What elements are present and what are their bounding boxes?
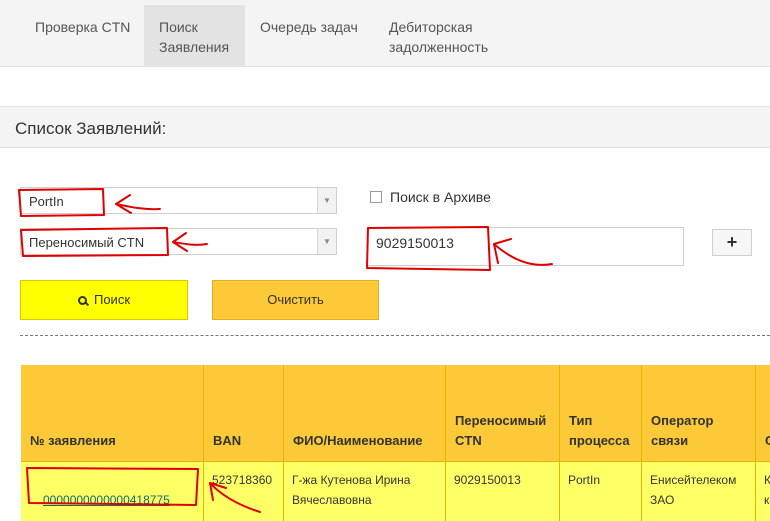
table-cell: К к bbox=[756, 461, 770, 521]
divider bbox=[20, 335, 770, 336]
dropdown-arrow-icon: ▼ bbox=[317, 229, 336, 254]
dropdown-arrow-icon: ▼ bbox=[317, 188, 336, 213]
search-field-select[interactable]: Переносимый CTN ▼ bbox=[20, 228, 337, 255]
column-header[interactable]: Оператор связи bbox=[642, 365, 756, 461]
search-button-label: Поиск bbox=[93, 292, 131, 307]
table-cell: Енисейтелеком ЗАО bbox=[642, 461, 756, 521]
page-title: Список Заявлений: bbox=[15, 119, 167, 138]
archive-checkbox[interactable] bbox=[370, 191, 382, 203]
tab-label: Проверка CTN bbox=[35, 19, 131, 35]
ctn-search-value: 9029150013 bbox=[376, 235, 454, 251]
tab-receivables[interactable]: Дебиторская задолженность bbox=[374, 5, 504, 66]
process-type-value: PortIn bbox=[29, 194, 64, 209]
tab-search-application[interactable]: Поиск Заявления bbox=[144, 5, 245, 66]
tab-ctn-check[interactable]: Проверка CTN bbox=[20, 5, 144, 66]
column-header[interactable]: С bbox=[756, 365, 770, 461]
add-button[interactable]: + bbox=[712, 229, 752, 256]
column-header[interactable]: Переносимый CTN bbox=[446, 365, 560, 461]
top-nav: Проверка CTN Поиск Заявления Очередь зад… bbox=[0, 0, 770, 67]
tab-label: Очередь задач bbox=[260, 19, 358, 35]
table-cell: Г-жа Кутенова Ирина Вячеславовна bbox=[284, 461, 446, 521]
search-button[interactable]: Поиск bbox=[20, 280, 188, 320]
column-header[interactable]: BAN bbox=[204, 365, 284, 461]
clear-button-label: Очистить bbox=[267, 292, 324, 307]
table-cell: 0000000000000418775 bbox=[21, 461, 204, 521]
column-header[interactable]: Тип процесса bbox=[560, 365, 642, 461]
section-header: Список Заявлений: bbox=[0, 106, 770, 148]
tab-label: Дебиторская задолженность bbox=[389, 19, 489, 55]
tab-task-queue[interactable]: Очередь задач bbox=[245, 5, 374, 66]
archive-checkbox-label: Поиск в Архиве bbox=[390, 189, 491, 205]
ctn-search-input[interactable]: 9029150013 bbox=[367, 227, 684, 266]
clear-button[interactable]: Очистить bbox=[212, 280, 379, 320]
application-id-link[interactable]: 0000000000000418775 bbox=[43, 493, 170, 507]
tab-label: Поиск Заявления bbox=[159, 19, 230, 55]
process-type-select[interactable]: PortIn ▼ bbox=[20, 187, 337, 214]
table-cell: 9029150013 bbox=[446, 461, 560, 521]
column-header[interactable]: ФИО/Наименование bbox=[284, 365, 446, 461]
results-table: № заявления BAN ФИО/Наименование Перенос… bbox=[21, 365, 770, 521]
table-cell: 523718360 bbox=[204, 461, 284, 521]
column-header[interactable]: № заявления bbox=[21, 365, 204, 461]
table-cell: PortIn bbox=[560, 461, 642, 521]
search-field-value: Переносимый CTN bbox=[29, 235, 145, 250]
search-icon bbox=[77, 296, 87, 305]
